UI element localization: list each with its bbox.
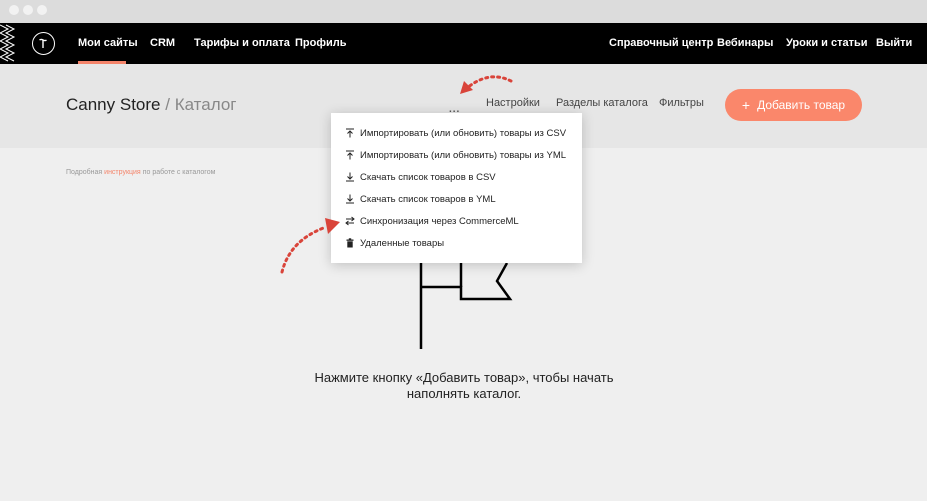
- flag-illustration-icon: [419, 263, 513, 349]
- annotation-arrow-icon: [280, 218, 340, 274]
- download-icon: [346, 172, 354, 182]
- empty-state-message: Нажмите кнопку «Добавить товар», чтобы н…: [264, 370, 664, 402]
- instruction-link[interactable]: инструкция: [104, 169, 141, 176]
- breadcrumb: Canny Store / Каталог: [66, 95, 237, 115]
- menu-sync-commerceml-label: Синхронизация через CommerceML: [360, 215, 519, 227]
- filters-link[interactable]: Фильтры: [659, 97, 704, 109]
- upload-icon: [346, 150, 354, 160]
- breadcrumb-separator: /: [165, 95, 170, 114]
- add-product-button[interactable]: + Добавить товар: [725, 89, 862, 121]
- more-options-dropdown: Импортировать (или обновить) товары из C…: [331, 113, 582, 263]
- menu-import-csv-label: Импортировать (или обновить) товары из C…: [360, 127, 567, 139]
- nav-logout[interactable]: Выйти: [876, 37, 912, 49]
- nav-lessons[interactable]: Уроки и статьи: [786, 37, 868, 49]
- add-product-label: Добавить товар: [757, 98, 846, 112]
- menu-sync-commerceml[interactable]: Синхронизация через CommerceML: [345, 214, 519, 228]
- nav-profile[interactable]: Профиль: [295, 37, 346, 49]
- nav-crm[interactable]: CRM: [150, 37, 175, 49]
- menu-import-yml-label: Импортировать (или обновить) товары из Y…: [360, 149, 567, 161]
- tilda-logo[interactable]: [32, 32, 55, 55]
- menu-download-yml-label: Скачать список товаров в YML: [360, 193, 496, 205]
- help-prefix: Подробная: [66, 169, 103, 176]
- menu-download-csv[interactable]: Скачать список товаров в CSV: [345, 170, 496, 184]
- menu-import-csv[interactable]: Импортировать (или обновить) товары из C…: [345, 126, 566, 140]
- breadcrumb-site[interactable]: Canny Store: [66, 95, 161, 114]
- window-zoom-dot[interactable]: [37, 5, 47, 15]
- logo-t-icon: [39, 38, 47, 48]
- top-navigation: Мои сайты CRM Тарифы и оплата Профиль Сп…: [0, 23, 927, 64]
- nav-my-sites[interactable]: Мои сайты: [78, 37, 138, 49]
- nav-help-center[interactable]: Справочный центр: [609, 37, 713, 49]
- menu-import-yml[interactable]: Импортировать (или обновить) товары из Y…: [345, 148, 566, 162]
- catalog-sections-link[interactable]: Разделы каталога: [556, 97, 648, 109]
- menu-download-yml[interactable]: Скачать список товаров в YML: [345, 192, 496, 206]
- sync-icon: [345, 216, 355, 226]
- empty-line-1: Нажмите кнопку «Добавить товар», чтобы н…: [314, 370, 614, 385]
- plus-icon: +: [741, 97, 751, 113]
- browser-titlebar: [0, 0, 927, 23]
- empty-line-2: наполнять каталог.: [406, 386, 522, 401]
- breadcrumb-page: Каталог: [174, 95, 237, 114]
- menu-download-csv-label: Скачать список товаров в CSV: [360, 171, 496, 183]
- upload-icon: [346, 128, 354, 138]
- window-close-dot[interactable]: [9, 5, 19, 15]
- help-text: Подробная инструкция по работе с каталог…: [66, 169, 215, 176]
- help-suffix: по работе с каталогом: [142, 169, 216, 176]
- menu-deleted-products-label: Удаленные товары: [360, 237, 445, 249]
- annotation-arrow-icon: [460, 75, 513, 94]
- menu-deleted-products[interactable]: Удаленные товары: [345, 236, 444, 250]
- nav-tariffs[interactable]: Тарифы и оплата: [194, 37, 290, 49]
- nav-webinars[interactable]: Вебинары: [717, 37, 773, 49]
- zigzag-pattern-icon: [0, 24, 16, 62]
- download-icon: [346, 194, 354, 204]
- trash-icon: [346, 238, 354, 248]
- window-minimize-dot[interactable]: [23, 5, 33, 15]
